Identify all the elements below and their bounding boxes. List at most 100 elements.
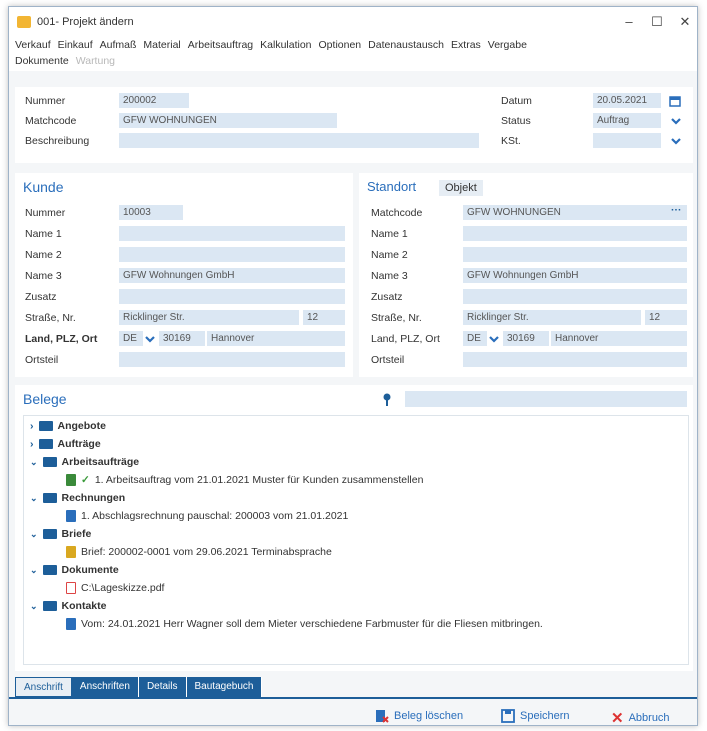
kunde-land-label: Land, PLZ, Ort (25, 333, 98, 345)
save-button-label: Speichern (520, 710, 570, 722)
project-matchcode-field[interactable]: GFW WOHNUNGEN (119, 113, 337, 128)
tab-details[interactable]: Details (138, 677, 187, 697)
menu-item-kalkulation[interactable]: Kalkulation (260, 39, 311, 51)
standort-ortsteil-field[interactable] (463, 352, 687, 367)
project-nummer-field[interactable]: 200002 (119, 93, 189, 108)
menu-item-dokumente[interactable]: Dokumente (15, 55, 69, 67)
tab-anschriften[interactable]: Anschriften (71, 677, 139, 697)
menu-item-optionen[interactable]: Optionen (319, 39, 362, 51)
standort-zusatz-field[interactable] (463, 289, 687, 304)
chevron-down-icon[interactable]: ⌄ (30, 565, 38, 576)
standort-matchcode-field[interactable]: GFW WOHNUNGEN (463, 205, 687, 220)
kunde-name2-field[interactable] (119, 247, 345, 262)
tree-label: Angebote (57, 420, 106, 432)
standort-strasse-label: Straße, Nr. (371, 312, 422, 324)
maximize-button[interactable]: ☐ (645, 13, 669, 31)
standort-land-label: Land, PLZ, Ort (371, 333, 440, 345)
kst-select[interactable] (593, 133, 661, 148)
more-icon[interactable]: ··· (671, 204, 682, 216)
datum-label: Datum (501, 95, 532, 107)
kunde-zusatz-field[interactable] (119, 289, 345, 304)
tree-label: Arbeitsaufträge (61, 456, 140, 468)
tree-item-rechnung[interactable]: 1. Abschlagsrechnung pauschal: 200003 vo… (66, 510, 348, 522)
kst-label: KSt. (501, 135, 521, 147)
belege-panel: Belege › Angebote › Aufträge ⌄ Arbeitsau… (15, 385, 693, 671)
tree-node-dokumente[interactable]: ⌄ Dokumente (30, 564, 119, 576)
kunde-name3-field[interactable]: GFW Wohnungen GmbH (119, 268, 345, 283)
close-icon: ✕ (611, 710, 624, 727)
standort-ortsteil-label: Ortsteil (371, 354, 405, 366)
kunde-zusatz-label: Zusatz (25, 291, 57, 303)
kunde-strasse-field[interactable]: Ricklinger Str. (119, 310, 299, 325)
chevron-down-icon[interactable] (145, 334, 155, 344)
tab-standort[interactable]: Standort (367, 179, 416, 194)
standort-name2-field[interactable] (463, 247, 687, 262)
standort-hausnr-field[interactable]: 12 (645, 310, 687, 325)
kunde-nummer-field[interactable]: 10003 (119, 205, 183, 220)
tree-node-briefe[interactable]: ⌄ Briefe (30, 528, 91, 540)
kunde-title: Kunde (23, 179, 64, 195)
title-bar: 001- Projekt ändern – ☐ ✕ (9, 7, 697, 37)
standort-strasse-field[interactable]: Ricklinger Str. (463, 310, 641, 325)
tab-objekt[interactable]: Objekt (439, 180, 483, 196)
kunde-ort-field[interactable]: Hannover (207, 331, 345, 346)
chevron-down-icon[interactable] (671, 136, 681, 146)
kunde-hausnr-field[interactable]: 12 (303, 310, 345, 325)
chevron-down-icon[interactable]: ⌄ (30, 457, 38, 468)
tree-item-dokument[interactable]: C:\Lageskizze.pdf (66, 582, 164, 594)
kunde-plz-field[interactable]: 30169 (159, 331, 205, 346)
standort-land-select[interactable]: DE (463, 331, 487, 346)
tree-node-auftraege[interactable]: › Aufträge (30, 438, 101, 450)
menu-item-vergabe[interactable]: Vergabe (488, 39, 527, 51)
delete-button-label: Beleg löschen (394, 710, 464, 722)
kunde-name1-field[interactable] (119, 226, 345, 241)
chevron-right-icon[interactable]: › (30, 420, 34, 432)
tab-anschrift[interactable]: Anschrift (15, 677, 72, 697)
tree-item-kontakt[interactable]: Vom: 24.01.2021 Herr Wagner soll dem Mie… (66, 618, 543, 630)
chevron-right-icon[interactable]: › (30, 438, 34, 450)
chevron-down-icon[interactable]: ⌄ (30, 601, 38, 612)
tab-bautagebuch[interactable]: Bautagebuch (186, 677, 263, 697)
beschreibung-field[interactable] (119, 133, 479, 148)
menu-item-datenaustausch[interactable]: Datenaustausch (368, 39, 444, 51)
letter-icon (66, 546, 76, 558)
window-title: 001- Projekt ändern (37, 16, 134, 28)
standort-plz-field[interactable]: 30169 (503, 331, 549, 346)
standort-name3-field[interactable]: GFW Wohnungen GmbH (463, 268, 687, 283)
kunde-ortsteil-field[interactable] (119, 352, 345, 367)
save-button[interactable]: Speichern (501, 709, 570, 723)
standort-ort-field[interactable]: Hannover (551, 331, 687, 346)
tree-item-brief[interactable]: Brief: 200002-0001 vom 29.06.2021 Termin… (66, 546, 332, 558)
tree-item-label: 1. Abschlagsrechnung pauschal: 200003 vo… (81, 510, 349, 522)
tree-node-angebote[interactable]: › Angebote (30, 420, 106, 432)
chevron-down-icon[interactable]: ⌄ (30, 493, 38, 504)
tree-node-kontakte[interactable]: ⌄ Kontakte (30, 600, 106, 612)
close-button[interactable]: ✕ (673, 13, 697, 31)
chevron-down-icon[interactable] (489, 334, 499, 344)
tree-item-arbeitsauftrag[interactable]: ✓ 1. Arbeitsauftrag vom 21.01.2021 Muste… (66, 474, 423, 486)
cancel-button[interactable]: ✕ Abbruch (611, 709, 670, 727)
tree-node-arbeitsauftraege[interactable]: ⌄ Arbeitsaufträge (30, 456, 139, 468)
chevron-down-icon[interactable]: ⌄ (30, 529, 38, 540)
status-select[interactable]: Auftrag (593, 113, 661, 128)
menu-item-verkauf[interactable]: Verkauf (15, 39, 51, 51)
tab-divider (9, 697, 697, 699)
menu-item-extras[interactable]: Extras (451, 39, 481, 51)
standort-name1-field[interactable] (463, 226, 687, 241)
menu-item-einkauf[interactable]: Einkauf (58, 39, 93, 51)
tree-node-rechnungen[interactable]: ⌄ Rechnungen (30, 492, 125, 504)
minimize-button[interactable]: – (617, 13, 641, 31)
delete-beleg-button[interactable]: Beleg löschen (375, 709, 463, 723)
calendar-icon[interactable] (669, 95, 681, 107)
standort-zusatz-label: Zusatz (371, 291, 403, 303)
chevron-down-icon[interactable] (671, 116, 681, 126)
belege-filter-input[interactable] (405, 391, 687, 407)
kunde-land-select[interactable]: DE (119, 331, 143, 346)
menu-item-aufmass[interactable]: Aufmaß (100, 39, 137, 51)
menu-item-arbeitsauftrag[interactable]: Arbeitsauftrag (188, 39, 253, 51)
menu-item-material[interactable]: Material (143, 39, 180, 51)
tree-label: Aufträge (57, 438, 101, 450)
filter-icon[interactable] (381, 393, 393, 407)
belege-title: Belege (23, 391, 67, 407)
datum-field[interactable]: 20.05.2021 (593, 93, 661, 108)
